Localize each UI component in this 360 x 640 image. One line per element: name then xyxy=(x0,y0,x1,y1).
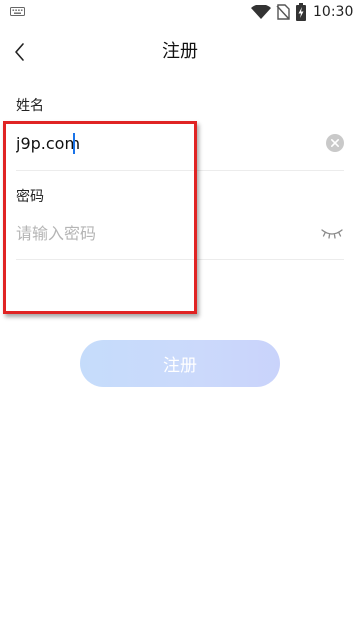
clear-name-button[interactable] xyxy=(326,134,344,152)
highlight-box xyxy=(3,121,197,314)
wifi-icon xyxy=(251,5,271,19)
eye-closed-icon xyxy=(321,229,343,239)
keyboard-icon xyxy=(10,7,25,16)
toggle-password-visibility-button[interactable] xyxy=(320,226,344,240)
page-title: 注册 xyxy=(162,41,198,62)
name-label: 姓名 xyxy=(16,98,44,114)
register-button[interactable]: 注册 xyxy=(80,340,280,387)
status-bar: 10:30 xyxy=(0,0,360,24)
battery-charging-icon xyxy=(296,3,306,21)
status-time: 10:30 xyxy=(313,4,354,20)
no-sim-icon xyxy=(276,4,290,20)
